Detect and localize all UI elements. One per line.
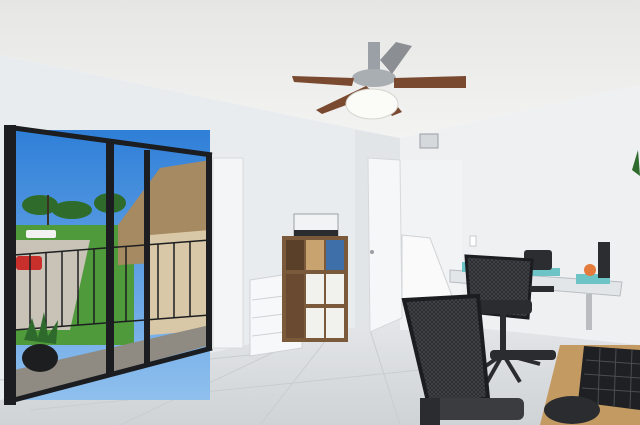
wall-outlet (469, 235, 477, 247)
room-photo (0, 0, 640, 425)
computer-mouse (544, 396, 600, 424)
door-knob (370, 250, 374, 254)
printer (293, 213, 339, 239)
desk-clock (584, 264, 596, 276)
interior-door (367, 157, 403, 333)
ceiling-vent (419, 133, 439, 149)
vertical-blinds (212, 157, 244, 349)
sliding-glass-door (4, 125, 213, 405)
bookshelf (282, 236, 348, 342)
